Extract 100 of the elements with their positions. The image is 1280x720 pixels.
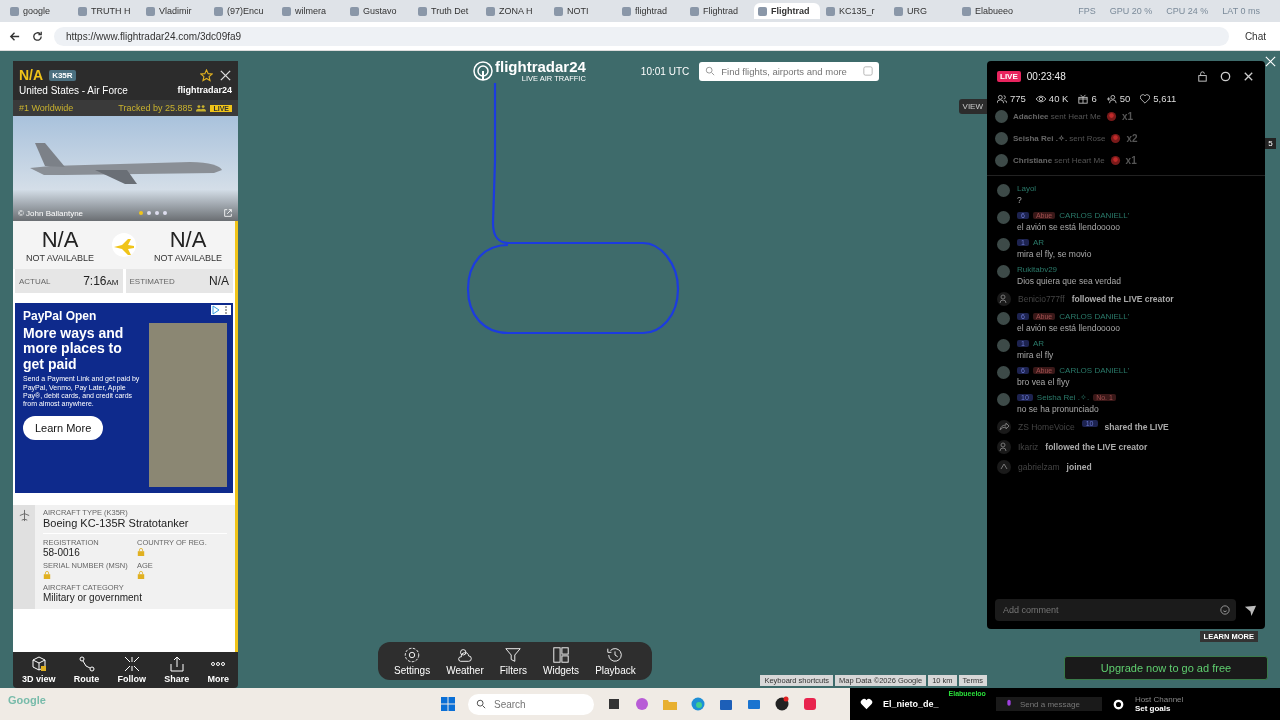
browser-tab[interactable]: flightrad: [618, 3, 684, 19]
url-field[interactable]: https://www.flightradar24.com/3dc09fa9: [54, 26, 1229, 46]
avatar: [997, 238, 1010, 251]
cloud-sun-icon: [455, 646, 474, 664]
browser-tab[interactable]: (97)Encu: [210, 3, 276, 19]
settings-icon[interactable]: [1219, 70, 1232, 83]
toolbar-button[interactable]: Settings: [388, 646, 437, 676]
chat-message: el avión se está llendooooo: [1017, 222, 1122, 232]
perf-stat: FPS: [1078, 6, 1096, 16]
action-button[interactable]: Share: [160, 655, 194, 685]
close-icon[interactable]: [219, 68, 232, 82]
reload-icon[interactable]: [31, 29, 44, 43]
send-icon[interactable]: [1244, 603, 1257, 617]
heart-icon[interactable]: [860, 697, 873, 711]
upgrade-button[interactable]: Upgrade now to go ad free: [1064, 656, 1268, 680]
gift-count: x2: [1126, 133, 1138, 144]
rank-label: #1 Worldwide: [19, 103, 74, 113]
chat-button[interactable]: Chat: [1238, 28, 1272, 44]
field-value: 58-0016: [43, 547, 80, 558]
toolbar-button[interactable]: Playback: [589, 646, 642, 676]
set-goals-link[interactable]: Set goals: [1134, 704, 1184, 713]
message-field[interactable]: Send a message: [995, 697, 1102, 711]
carousel-dot[interactable]: [155, 211, 159, 215]
live-badge: LIVE: [997, 71, 1021, 82]
action-button[interactable]: Route: [69, 655, 104, 685]
settings-icon[interactable]: [1111, 697, 1125, 711]
share-arrow-icon: [997, 420, 1011, 434]
cube-icon: [30, 656, 47, 672]
destination-label: NOT AVAILABLE: [153, 253, 222, 263]
search-bar[interactable]: Find flights, airports and more: [699, 61, 880, 81]
people-icon: [997, 93, 1007, 104]
browser-tab[interactable]: Flightrad: [754, 3, 820, 19]
plane-icon: [112, 233, 136, 257]
google-logo: Google: [8, 694, 46, 706]
chat-username[interactable]: CARLOS DANIELL': [1059, 312, 1130, 321]
callsign: N/A: [19, 67, 44, 83]
chat-username[interactable]: Seisha Rei .✧.: [1036, 393, 1090, 402]
browser-tab[interactable]: Elabueeo: [958, 3, 1024, 19]
chat-event: followed the LIVE creator: [1071, 294, 1174, 304]
radar-logo-icon: [473, 61, 493, 81]
perf-stat: LAT 0 ms: [1222, 6, 1260, 16]
app-icon[interactable]: [774, 696, 790, 712]
close-icon[interactable]: [1242, 70, 1255, 83]
browser-tab[interactable]: Vladimir: [142, 3, 208, 19]
toolbar-button[interactable]: Filters: [493, 646, 533, 676]
chat-message: bro vea el flyy: [1017, 377, 1071, 387]
chat-username[interactable]: Rukitabv29: [1017, 265, 1058, 274]
lock-icon[interactable]: [1196, 70, 1209, 83]
person-icon: [997, 292, 1011, 306]
widgets-icon: [552, 646, 571, 664]
browser-tab[interactable]: TRUTH H: [74, 3, 140, 19]
chat-username[interactable]: Layol: [1017, 184, 1037, 193]
browser-tab[interactable]: NOTI: [550, 3, 616, 19]
app-icon[interactable]: [606, 696, 622, 712]
action-button[interactable]: 3D view: [18, 655, 60, 685]
action-button[interactable]: More: [203, 655, 233, 685]
star-icon[interactable]: [200, 68, 213, 82]
time-value: N/A: [209, 274, 229, 288]
host-username: El_nieto_de_: [883, 699, 939, 709]
avatar: [997, 184, 1010, 197]
browser-tab[interactable]: URG: [890, 3, 956, 19]
browser-tab[interactable]: Flightrad: [686, 3, 752, 19]
search-icon: [705, 66, 716, 76]
chat-username[interactable]: CARLOS DANIELL': [1059, 211, 1130, 220]
taskbar-search-bar[interactable]: Search: [468, 693, 594, 715]
chat-username[interactable]: CARLOS DANIELL': [1059, 366, 1130, 375]
browser-tab[interactable]: Truth Det: [414, 3, 480, 19]
rose-icon: [1106, 111, 1118, 122]
windows-logo-icon[interactable]: [440, 696, 456, 712]
emoji-icon[interactable]: [1220, 605, 1230, 615]
toolbar-button[interactable]: Widgets: [537, 646, 586, 676]
carousel-dot[interactable]: [163, 211, 167, 215]
browser-icon[interactable]: [690, 696, 706, 712]
view-tab[interactable]: VIEW: [958, 99, 987, 114]
action-button[interactable]: Follow: [113, 655, 150, 685]
perf-stat: GPU 20 %: [1109, 6, 1153, 16]
comment-bar[interactable]: Add comment: [995, 599, 1236, 621]
ad-choices-icon[interactable]: [211, 305, 231, 315]
toolbar-button[interactable]: Weather: [440, 646, 490, 676]
carousel-dot[interactable]: [139, 211, 143, 215]
host-channel-label: Host Channel: [1134, 695, 1184, 704]
browser-tab[interactable]: wilmera: [278, 3, 344, 19]
comment-field[interactable]: Add comment: [1001, 604, 1220, 616]
carousel-dot[interactable]: [147, 211, 151, 215]
chat-event: shared the LIVE: [1104, 422, 1169, 432]
external-link-icon[interactable]: [223, 208, 233, 218]
learn-more-button[interactable]: Learn More: [23, 415, 104, 440]
chat-username[interactable]: AR: [1032, 339, 1045, 348]
browser-tab[interactable]: google: [6, 3, 72, 19]
time-label: ESTIMATED: [129, 276, 175, 286]
browser-tab[interactable]: ZONA H: [482, 3, 548, 19]
field-value: Boeing KC-135R Stratotanker: [43, 517, 227, 534]
avatar: [997, 393, 1010, 406]
browser-tab[interactable]: KC135_r: [822, 3, 888, 19]
browser-tab[interactable]: Gustavo: [346, 3, 412, 19]
gift-message: Adachiee sent Heart Me: [1013, 112, 1102, 121]
gift-message: Christiane sent Heart Me: [1013, 156, 1105, 165]
gift-icon: [1078, 93, 1089, 104]
chat-username[interactable]: AR: [1032, 238, 1045, 247]
chat-message: mira el fly: [1017, 350, 1054, 360]
